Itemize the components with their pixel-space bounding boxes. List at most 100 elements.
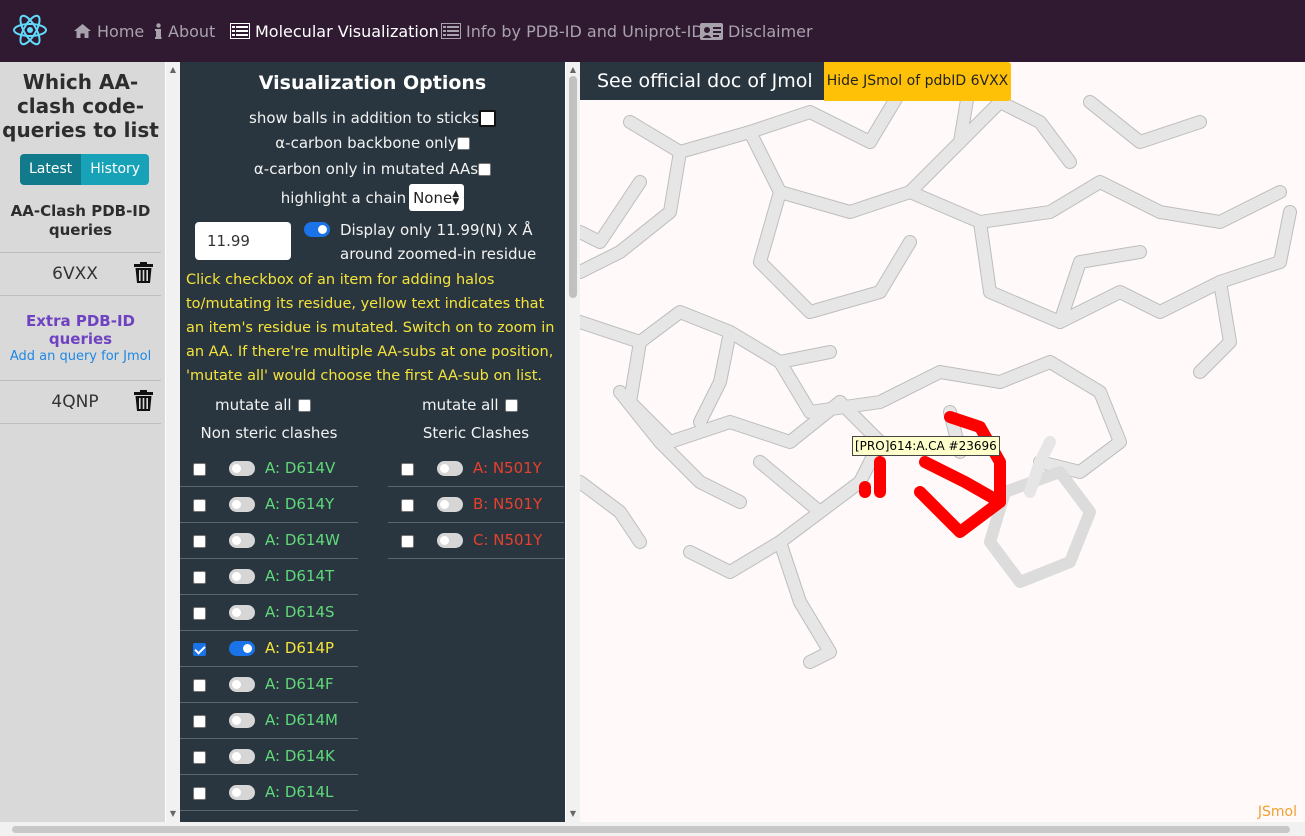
info-icon xyxy=(153,22,163,40)
non-steric-clash-checkbox[interactable] xyxy=(193,535,206,548)
non-steric-clash-row[interactable]: A: D614M xyxy=(180,703,358,739)
non-steric-clash-row[interactable]: A: D614Y xyxy=(180,487,358,523)
steric-clash-zoom-switch[interactable] xyxy=(437,497,463,512)
query-sidebar: Which AA-clash code-queries to list Late… xyxy=(0,62,165,822)
nav-info-by-pdb-id[interactable]: Info by PDB-ID and Uniprot-ID xyxy=(441,19,704,43)
nav-about[interactable]: About xyxy=(153,19,215,43)
non-steric-clash-zoom-switch[interactable] xyxy=(229,641,255,656)
mutate-all-steric-checkbox[interactable] xyxy=(504,398,518,412)
jsmol-viewer[interactable]: See official doc of Jmol Hide JSmol of p… xyxy=(580,62,1305,822)
non-steric-clash-label: A: D614V xyxy=(265,459,336,477)
non-steric-clash-checkbox[interactable] xyxy=(193,679,206,692)
steric-clash-zoom-switch[interactable] xyxy=(437,461,463,476)
non-steric-clash-checkbox[interactable] xyxy=(193,463,206,476)
trash-icon[interactable] xyxy=(134,390,153,412)
help-text: Click checkbox of an item for adding hal… xyxy=(186,272,555,384)
latest-button[interactable]: Latest xyxy=(20,154,82,185)
scroll-down-icon[interactable]: ▼ xyxy=(569,810,577,818)
options-scrollbar[interactable]: ▲ ▼ xyxy=(566,62,580,822)
non-steric-clash-zoom-switch[interactable] xyxy=(229,605,255,620)
non-steric-clash-label: A: D614P xyxy=(265,639,335,657)
scroll-down-icon[interactable]: ▼ xyxy=(169,810,177,818)
non-steric-clash-row[interactable]: A: D614V xyxy=(180,451,358,487)
hide-jsmol-button[interactable]: Hide JSmol of pdbID 6VXX xyxy=(824,62,1011,101)
steric-clash-zoom-switch[interactable] xyxy=(437,533,463,548)
add-query-link[interactable]: Add an query for Jmol xyxy=(0,349,161,364)
highlight-chain-option: highlight a chain None ▲ ▼ xyxy=(180,184,565,211)
scroll-up-icon[interactable]: ▲ xyxy=(169,66,177,74)
chain-select[interactable]: None ▲ ▼ xyxy=(409,184,465,211)
non-steric-clash-zoom-switch[interactable] xyxy=(229,749,255,764)
distance-input[interactable]: 11.99 xyxy=(195,222,291,260)
non-steric-clash-zoom-switch[interactable] xyxy=(229,713,255,728)
non-steric-clash-checkbox[interactable] xyxy=(193,787,206,800)
home-icon xyxy=(72,22,92,40)
non-steric-clash-label: A: D614F xyxy=(265,675,334,693)
nav-molecular-visualization[interactable]: Molecular Visualization xyxy=(230,19,439,43)
non-steric-clash-zoom-switch[interactable] xyxy=(229,533,255,548)
react-logo-icon[interactable] xyxy=(12,13,48,47)
nav-disclaimer[interactable]: Disclaimer xyxy=(699,19,813,43)
non-steric-clash-checkbox[interactable] xyxy=(193,499,206,512)
non-steric-clash-row[interactable]: A: D614F xyxy=(180,667,358,703)
non-steric-clash-zoom-switch[interactable] xyxy=(229,785,255,800)
horizontal-scrollbar[interactable] xyxy=(0,822,1305,836)
non-steric-clash-zoom-switch[interactable] xyxy=(229,461,255,476)
mutate-all-non-steric-checkbox[interactable] xyxy=(297,398,311,412)
non-steric-heading: Non steric clashes xyxy=(200,424,338,442)
query-code[interactable]: 6VXX xyxy=(0,264,150,284)
non-steric-clash-checkbox[interactable] xyxy=(193,571,206,584)
list-icon xyxy=(441,22,461,40)
scroll-thumb[interactable] xyxy=(12,826,1290,833)
non-steric-clash-checkbox[interactable] xyxy=(193,643,206,656)
non-steric-clash-row[interactable]: A: D614W xyxy=(180,523,358,559)
steric-clash-label: B: N501Y xyxy=(473,495,543,513)
jmol-doc-link[interactable]: See official doc of Jmol xyxy=(580,62,824,100)
non-steric-clash-row[interactable]: A: D614P xyxy=(180,631,358,667)
zoom-distance-switch[interactable] xyxy=(304,222,330,237)
scroll-up-icon[interactable]: ▲ xyxy=(569,66,577,74)
alpha-mutated-option: α-carbon only in mutated AAs xyxy=(180,160,565,178)
alpha-backbone-option: α-carbon backbone only xyxy=(180,134,565,152)
steric-clash-row[interactable]: C: N501Y xyxy=(388,523,564,559)
steric-clash-row[interactable]: B: N501Y xyxy=(388,487,564,523)
non-steric-clash-zoom-switch[interactable] xyxy=(229,677,255,692)
non-steric-clash-label: A: D614M xyxy=(265,711,338,729)
non-steric-clash-label: A: D614K xyxy=(265,747,335,765)
highlighted-residue xyxy=(859,411,1006,538)
query-code[interactable]: 4QNP xyxy=(0,392,150,412)
alpha-mutated-checkbox[interactable] xyxy=(478,162,492,176)
scroll-thumb[interactable] xyxy=(569,76,577,298)
zoom-text-line-1: Display only 11.99(N) X Å xyxy=(340,221,533,239)
highlight-chain-label: highlight a chain xyxy=(280,188,407,207)
mutate-all-non-steric: mutate all xyxy=(215,396,311,414)
non-steric-clash-zoom-switch[interactable] xyxy=(229,497,255,512)
jsmol-watermark: JSmol xyxy=(1257,804,1297,820)
non-steric-clash-checkbox[interactable] xyxy=(193,715,206,728)
non-steric-clash-row[interactable]: A: D614S xyxy=(180,595,358,631)
non-steric-clash-checkbox[interactable] xyxy=(193,751,206,764)
history-button[interactable]: History xyxy=(81,154,150,185)
visualization-options-panel: Visualization Options show balls in addi… xyxy=(180,62,565,822)
sidebar-scrollbar[interactable]: ▲ ▼ xyxy=(166,62,180,822)
nav-home-label: Home xyxy=(97,21,145,41)
non-steric-clash-zoom-switch[interactable] xyxy=(229,569,255,584)
nav-disclaimer-label: Disclaimer xyxy=(728,21,813,41)
steric-clash-checkbox[interactable] xyxy=(401,463,414,476)
nav-home[interactable]: Home xyxy=(72,19,144,43)
non-steric-clash-row[interactable]: A: D614T xyxy=(180,559,358,595)
show-balls-checkbox[interactable] xyxy=(478,109,496,127)
id-card-icon xyxy=(699,22,723,40)
sidebar-heading: Which AA-clash code-queries to list xyxy=(2,70,159,142)
query-row-4qnp[interactable]: 4QNP xyxy=(0,380,161,424)
steric-clash-row[interactable]: A: N501Y xyxy=(388,451,564,487)
non-steric-clash-label: A: D614L xyxy=(265,783,334,801)
non-steric-clash-checkbox[interactable] xyxy=(193,607,206,620)
steric-clash-checkbox[interactable] xyxy=(401,535,414,548)
non-steric-clash-row[interactable]: A: D614L xyxy=(180,775,358,811)
non-steric-clash-row[interactable]: A: D614K xyxy=(180,739,358,775)
query-row-6vxx[interactable]: 6VXX xyxy=(0,252,161,296)
trash-icon[interactable] xyxy=(134,262,153,284)
steric-clash-checkbox[interactable] xyxy=(401,499,414,512)
alpha-backbone-checkbox[interactable] xyxy=(456,136,470,150)
